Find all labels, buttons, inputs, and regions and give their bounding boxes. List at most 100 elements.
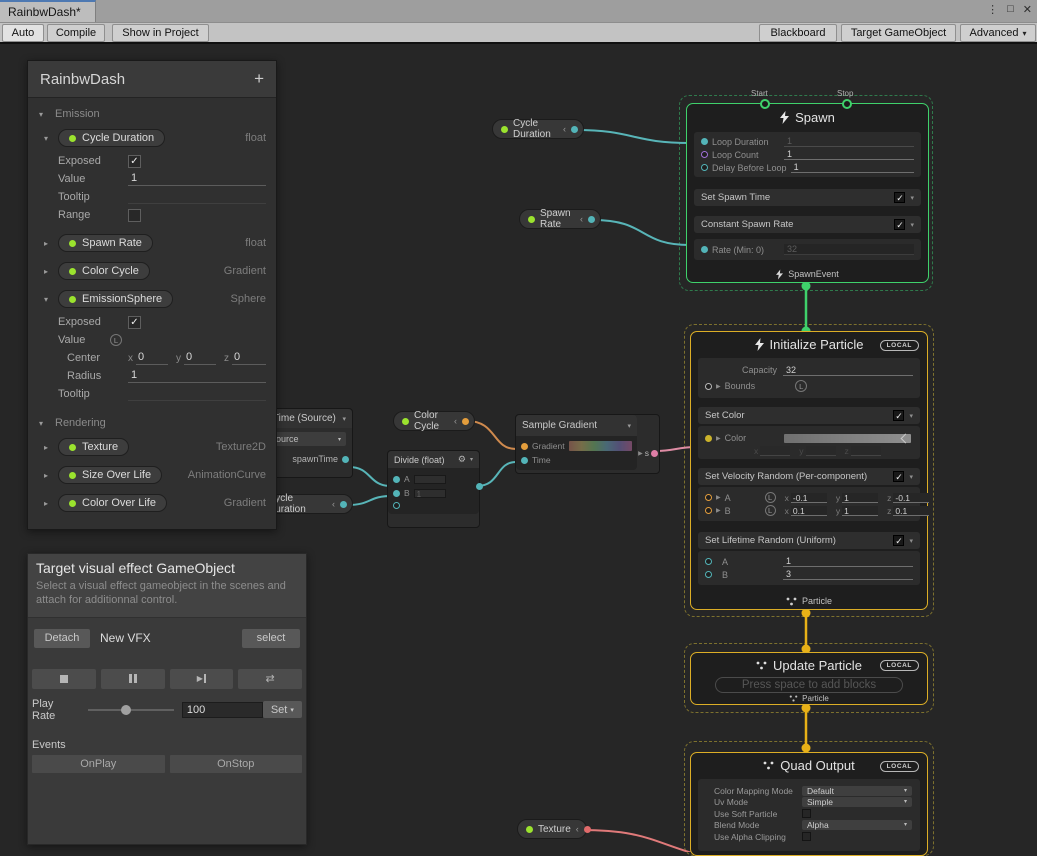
collapse-icon[interactable]: ‹ <box>454 416 457 426</box>
value-field[interactable]: 1 <box>128 172 266 186</box>
local-badge[interactable]: LOCAL <box>880 340 919 351</box>
show-in-project-button[interactable]: Show in Project <box>112 24 209 42</box>
advanced-dropdown-button[interactable]: Advanced▾ <box>960 24 1036 42</box>
initialize-particle-node[interactable]: Initialize Particle LOCAL Capacity 32 ▶ … <box>690 331 928 610</box>
stop-button[interactable] <box>32 669 96 689</box>
divide-a-field[interactable] <box>414 475 446 484</box>
soft-particle-checkbox[interactable] <box>802 809 811 818</box>
loop-duration-field[interactable]: 1 <box>784 136 914 147</box>
spawntime-output-port[interactable] <box>342 456 349 463</box>
chevron-down-icon[interactable]: ▾ <box>470 456 473 463</box>
chevron-down-icon[interactable]: ▾ <box>627 422 631 430</box>
onstop-button[interactable]: OnStop <box>170 755 303 773</box>
velocity-b-port[interactable] <box>705 507 712 514</box>
target-gameobject-toggle-button[interactable]: Target GameObject <box>841 24 956 42</box>
eyedropper-icon[interactable] <box>901 433 911 443</box>
block-enabled-checkbox[interactable]: ✓ <box>893 410 904 421</box>
param-node-cycle-duration[interactable]: Cycle Duration ‹ <box>492 119 584 139</box>
local-badge[interactable]: LOCAL <box>880 761 919 772</box>
set-lifetime-random-block[interactable]: Set Lifetime Random (Uniform) ✓ ▾ <box>698 532 920 549</box>
range-checkbox[interactable] <box>128 209 141 222</box>
update-particle-node[interactable]: Update Particle LOCAL Press space to add… <box>690 652 928 705</box>
param-output-port[interactable] <box>462 418 469 425</box>
delay-before-loop-field[interactable]: 1 <box>791 162 914 173</box>
auto-button[interactable]: Auto <box>2 24 44 42</box>
category-rendering[interactable]: ▾ Rendering <box>28 403 276 433</box>
lifetime-a-field[interactable]: 1 <box>783 556 913 567</box>
param-row-size-over-life[interactable]: ▸ Size Over Life AnimationCurve <box>28 461 276 489</box>
constant-spawn-rate-block[interactable]: Constant Spawn Rate ✓ ▾ <box>694 216 921 233</box>
param-row-cycle-duration[interactable]: ▾ Cycle Duration float <box>28 124 276 152</box>
expander-arrow-icon[interactable]: ▶ <box>638 450 643 457</box>
gear-icon[interactable]: ⚙ <box>458 454 466 465</box>
spawn-node[interactable]: Start Stop Spawn Loop Duration 1 Loop Co… <box>686 103 929 283</box>
kebab-menu-icon[interactable]: ⋮ <box>987 3 998 16</box>
lifetime-b-port[interactable] <box>705 571 712 578</box>
uv-mode-dropdown[interactable]: Simple▾ <box>802 797 912 807</box>
lifetime-b-field[interactable]: 3 <box>783 569 913 580</box>
color-port[interactable] <box>705 435 712 442</box>
color-mapping-dropdown[interactable]: Default▾ <box>802 786 912 796</box>
chevron-down-icon[interactable]: ▾ <box>909 537 913 545</box>
loop-count-field[interactable]: 1 <box>784 149 914 160</box>
divide-extra-port[interactable] <box>393 502 400 509</box>
divide-node[interactable]: Divide (float) ⚙ ▾ A B 1 <box>387 450 480 528</box>
blend-mode-dropdown[interactable]: Alpha▾ <box>802 820 912 830</box>
velocity-b-z-field[interactable]: 0.1 <box>893 506 929 516</box>
exposed-checkbox[interactable]: ✓ <box>128 155 141 168</box>
param-output-port[interactable] <box>584 826 591 833</box>
capacity-field[interactable]: 32 <box>783 365 913 376</box>
set-spawn-time-block[interactable]: Set Spawn Time ✓ ▾ <box>694 189 921 206</box>
blackboard-toggle-button[interactable]: Blackboard <box>759 24 837 42</box>
quad-output-node[interactable]: Quad Output LOCAL Color Mapping Mode Def… <box>690 752 928 856</box>
velocity-a-port[interactable] <box>705 494 712 501</box>
linked-icon[interactable]: L <box>765 492 776 503</box>
set-rate-dropdown-button[interactable]: Set▾ <box>263 701 302 718</box>
exposed-checkbox[interactable]: ✓ <box>128 316 141 329</box>
linked-icon[interactable]: L <box>795 380 807 392</box>
expander-arrow-icon[interactable]: ▶ <box>716 383 721 390</box>
play-rate-slider[interactable] <box>88 709 174 711</box>
param-node-texture[interactable]: Texture ‹ <box>517 819 587 839</box>
block-enabled-checkbox[interactable]: ✓ <box>893 471 904 482</box>
velocity-a-z-field[interactable]: -0.1 <box>893 493 929 503</box>
param-output-port[interactable] <box>588 216 595 223</box>
radius-field[interactable]: 1 <box>128 369 266 383</box>
velocity-b-x-field[interactable]: 0.1 <box>791 506 827 516</box>
local-badge[interactable]: LOCAL <box>880 660 919 671</box>
param-output-port[interactable] <box>340 501 347 508</box>
chevron-down-icon[interactable]: ▾ <box>909 473 913 481</box>
detach-button[interactable]: Detach <box>34 629 90 648</box>
set-velocity-random-block[interactable]: Set Velocity Random (Per-component) ✓ ▾ <box>698 468 920 485</box>
collapse-icon[interactable]: ‹ <box>563 124 566 134</box>
expander-arrow-icon[interactable]: ▶ <box>716 435 721 442</box>
param-row-color-over-life[interactable]: ▸ Color Over Life Gradient <box>28 489 276 517</box>
center-y-field[interactable]: 0 <box>184 351 216 365</box>
expander-arrow-icon[interactable]: ▶ <box>716 507 721 514</box>
block-enabled-checkbox[interactable]: ✓ <box>893 535 904 546</box>
onplay-button[interactable]: OnPlay <box>32 755 165 773</box>
close-icon[interactable]: ✕ <box>1023 3 1032 16</box>
linked-icon[interactable]: L <box>110 334 122 346</box>
tooltip-field[interactable] <box>128 387 266 401</box>
chevron-down-icon[interactable]: ▾ <box>910 221 914 229</box>
time-input-port[interactable] <box>521 457 528 464</box>
step-button[interactable]: ▶ <box>170 669 234 689</box>
velocity-b-y-field[interactable]: 1 <box>842 506 878 516</box>
pause-button[interactable] <box>101 669 165 689</box>
chevron-down-icon[interactable]: ▾ <box>342 415 346 423</box>
divide-b-port[interactable] <box>393 490 400 497</box>
delay-before-loop-port[interactable] <box>701 164 708 171</box>
divide-output-port[interactable] <box>476 483 483 490</box>
divide-a-port[interactable] <box>393 476 400 483</box>
sample-gradient-node[interactable]: Sample Gradient ▾ Gradient Time ▶ s <box>515 414 660 474</box>
param-node-spawn-rate[interactable]: Spawn Rate ‹ <box>519 209 601 229</box>
bounds-port[interactable] <box>705 383 712 390</box>
add-blocks-placeholder[interactable]: Press space to add blocks <box>715 677 903 693</box>
maximize-icon[interactable]: □ <box>1007 3 1014 16</box>
param-row-emission-sphere[interactable]: ▾ EmissionSphere Sphere <box>28 285 276 313</box>
collapse-icon[interactable]: ‹ <box>332 499 335 509</box>
rate-field[interactable]: 32 <box>784 244 914 255</box>
param-output-port[interactable] <box>571 126 578 133</box>
gradient-preview[interactable] <box>569 441 632 451</box>
